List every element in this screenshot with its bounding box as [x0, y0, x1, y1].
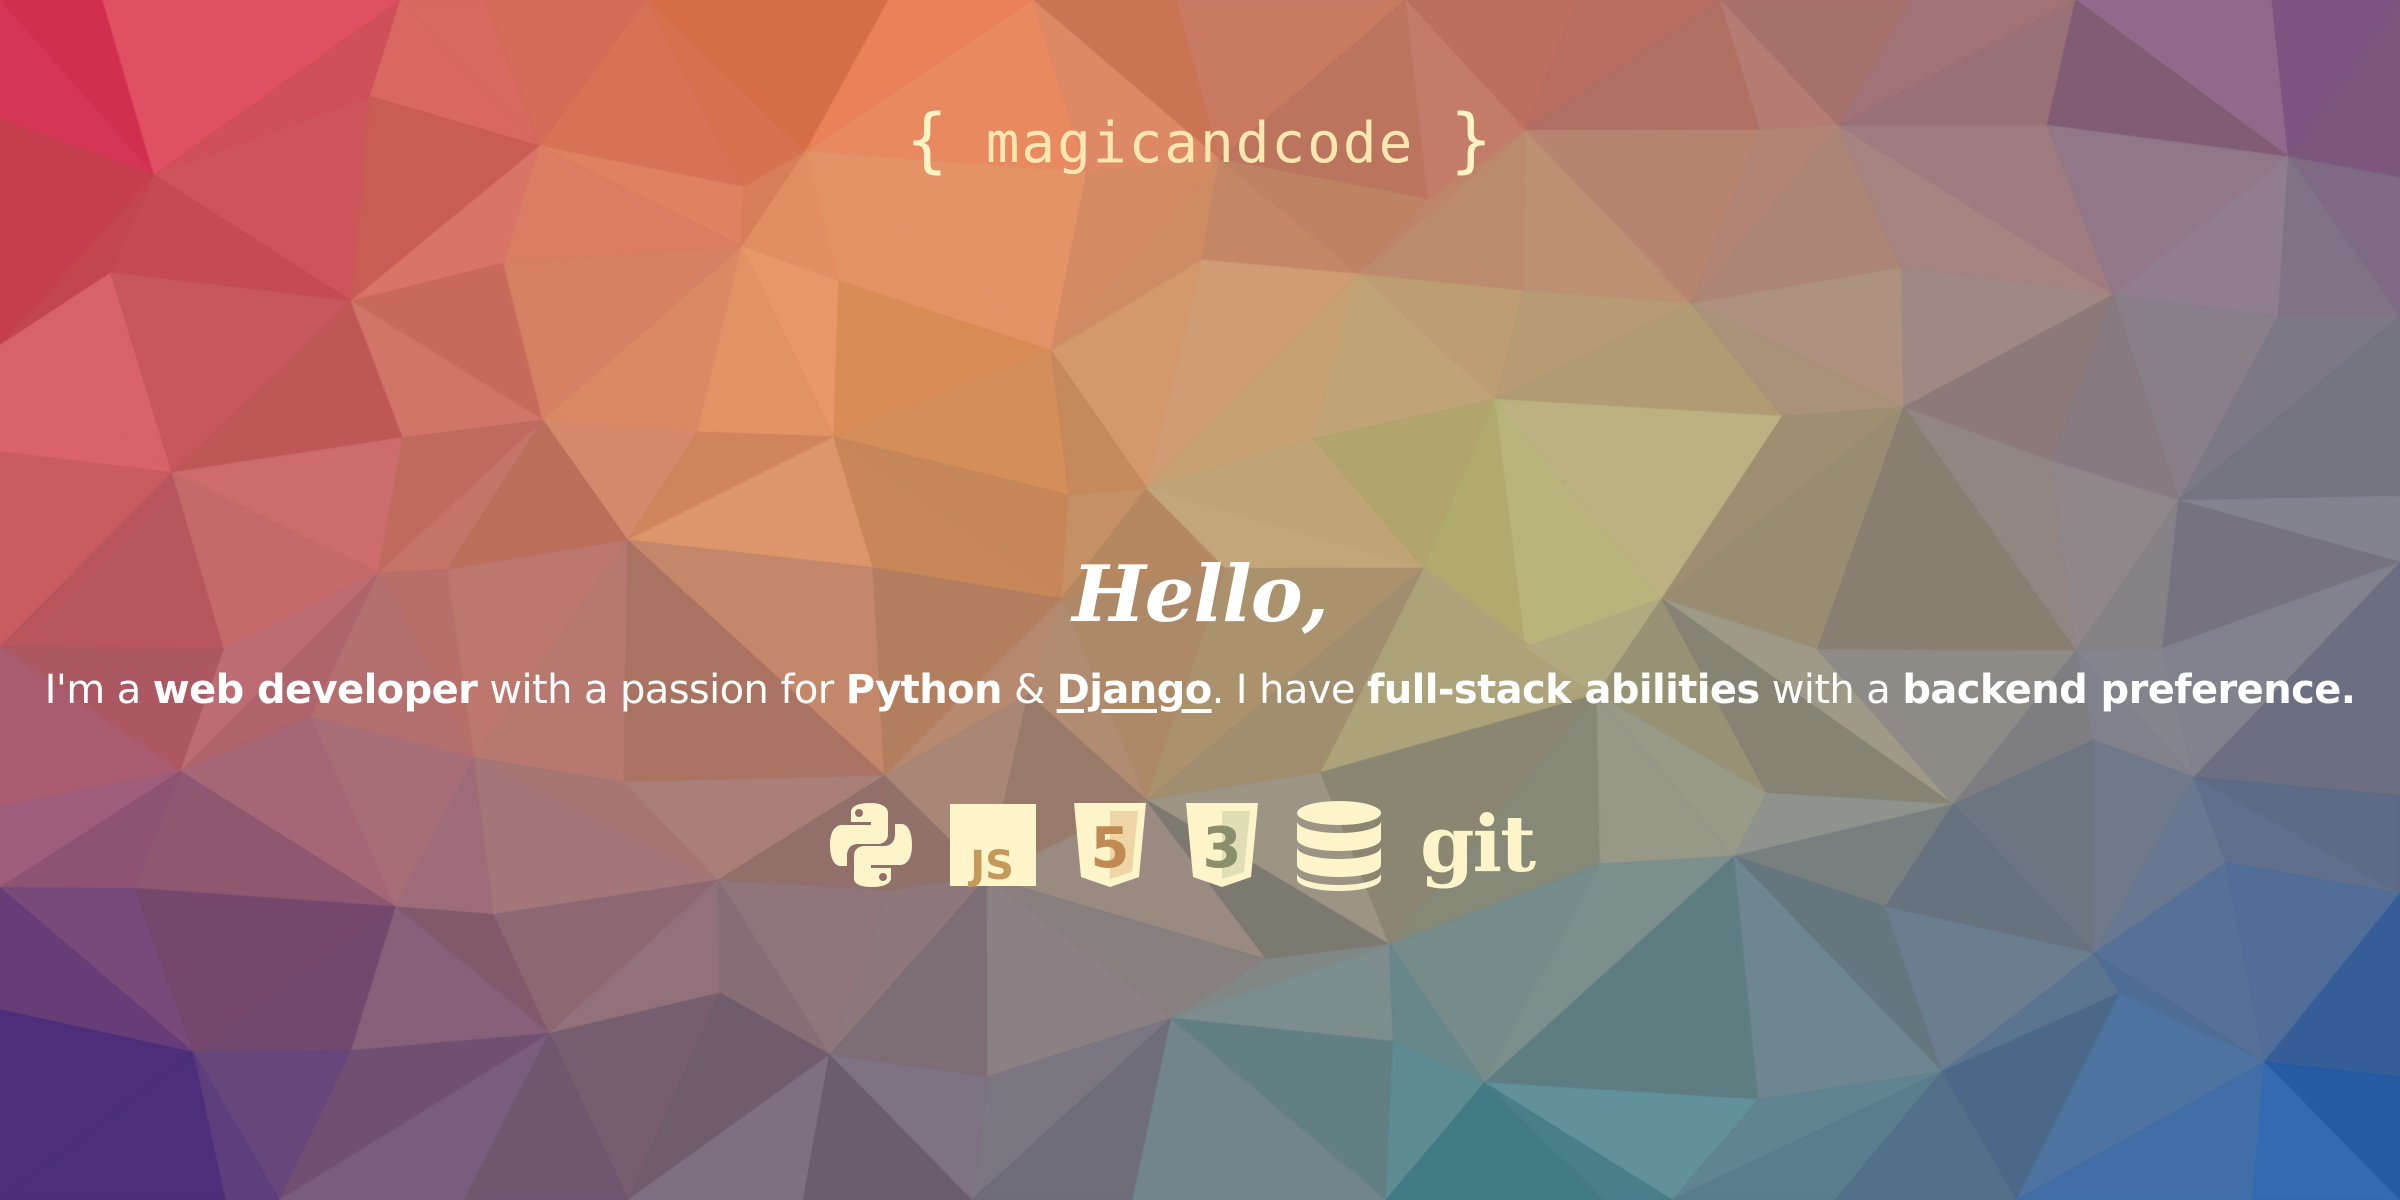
- intro-web-developer: web developer: [152, 667, 478, 713]
- html5-icon-label: 5: [1091, 816, 1130, 881]
- git-icon: git: [1420, 799, 1536, 890]
- javascript-icon-label: JS: [967, 843, 1014, 889]
- django-link[interactable]: Django: [1057, 667, 1213, 713]
- intro-part-3: &: [1001, 667, 1057, 713]
- intro-part-2: with a passion for: [477, 667, 846, 713]
- page: { magicandcode } Hello, I'm a web develo…: [0, 0, 2400, 1200]
- logo-open-brace: {: [905, 99, 950, 181]
- logo-text: magicandcode: [985, 111, 1415, 176]
- css3-icon-label: 3: [1203, 816, 1242, 881]
- logo-close-brace: }: [1450, 99, 1495, 181]
- site-logo[interactable]: { magicandcode }: [0, 100, 2400, 184]
- intro-full-stack: full-stack abilities: [1366, 667, 1760, 713]
- intro-backend-preference: backend preference.: [1902, 667, 2356, 713]
- database-icon: [1296, 799, 1382, 891]
- skills-icon-row: JS 5 3 git: [828, 795, 1536, 895]
- intro-part-1: I'm a: [44, 667, 153, 713]
- intro-part-4: . I have: [1211, 667, 1367, 713]
- intro-part-5: with a: [1759, 667, 1903, 713]
- intro-text: I'm a web developer with a passion for P…: [0, 655, 2400, 725]
- python-icon: [828, 799, 914, 891]
- css3-icon: 3: [1184, 799, 1260, 891]
- javascript-icon: JS: [950, 799, 1036, 891]
- greeting-heading: Hello,: [1072, 549, 1329, 640]
- html5-icon: 5: [1072, 799, 1148, 891]
- intro-python: Python: [845, 667, 1003, 713]
